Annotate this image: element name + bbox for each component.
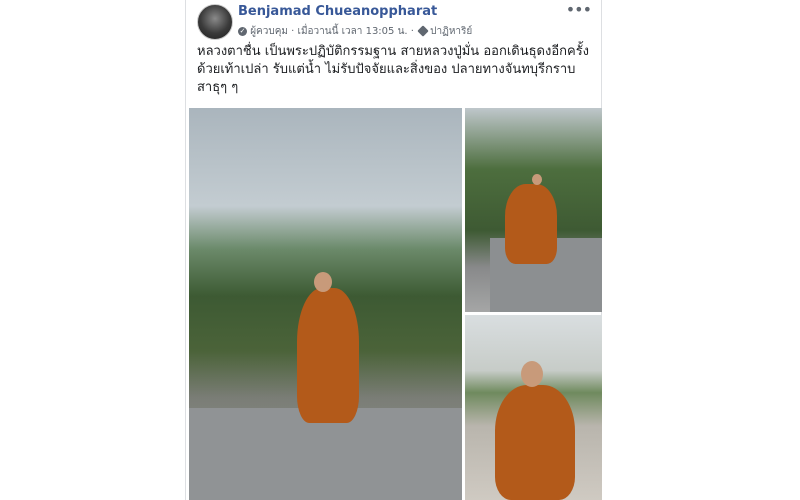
meta-separator: · xyxy=(410,26,418,37)
author-avatar[interactable] xyxy=(197,4,233,40)
author-role: ผู้ควบคุม xyxy=(250,26,288,37)
monk-figure xyxy=(297,288,359,423)
monk-head xyxy=(314,272,332,292)
tag-icon xyxy=(417,25,429,37)
post-photo-side-top[interactable] xyxy=(465,108,602,312)
post-card: Benjamad Chueanoppharat ✓ ผู้ควบคุม · เม… xyxy=(185,0,602,500)
post-timestamp[interactable]: เมื่อวานนี้ เวลา 13:05 น. xyxy=(298,26,408,37)
monk-figure xyxy=(505,184,557,264)
author-name[interactable]: Benjamad Chueanoppharat xyxy=(238,4,437,19)
post-photo-side-bottom[interactable] xyxy=(465,315,602,500)
more-options-icon[interactable]: ••• xyxy=(566,0,592,19)
monk-head xyxy=(521,361,543,387)
moderator-badge-icon: ✓ xyxy=(238,26,247,36)
post-text: หลวงตาชื่น เป็นพระปฏิบัติกรรมฐาน สายหลวง… xyxy=(197,44,590,95)
monk-figure xyxy=(495,385,575,500)
post-meta: ✓ ผู้ควบคุม · เมื่อวานนี้ เวลา 13:05 น. … xyxy=(238,24,472,39)
post-category[interactable]: ปาฏิหาริย์ xyxy=(430,26,472,37)
post-photo-main[interactable] xyxy=(189,108,462,500)
monk-head xyxy=(532,174,542,185)
